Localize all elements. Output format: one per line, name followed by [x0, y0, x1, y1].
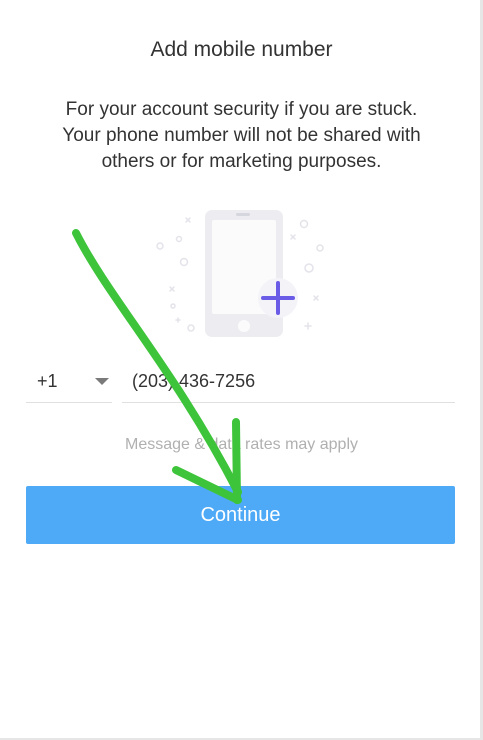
chevron-down-icon[interactable] [95, 378, 109, 385]
continue-button[interactable]: Continue [26, 486, 455, 544]
description-line-3: others or for marketing purposes. [101, 151, 382, 172]
rates-notice: Message & data rates may apply [124, 436, 358, 453]
add-phone-icon [156, 210, 324, 337]
description-line-1: For your account security if you are stu… [65, 99, 418, 120]
phone-number-value: (203) 436-7256 [132, 371, 256, 391]
description-line-2: Your phone number will not be shared wit… [62, 125, 421, 146]
phone-number-input[interactable]: (203) 436-7256 [122, 358, 455, 403]
country-code-value: +1 [37, 371, 58, 391]
security-description: For your account security if you are stu… [28, 97, 455, 175]
page-title: Add mobile number [150, 38, 333, 61]
country-code-select[interactable]: +1 [26, 358, 112, 403]
